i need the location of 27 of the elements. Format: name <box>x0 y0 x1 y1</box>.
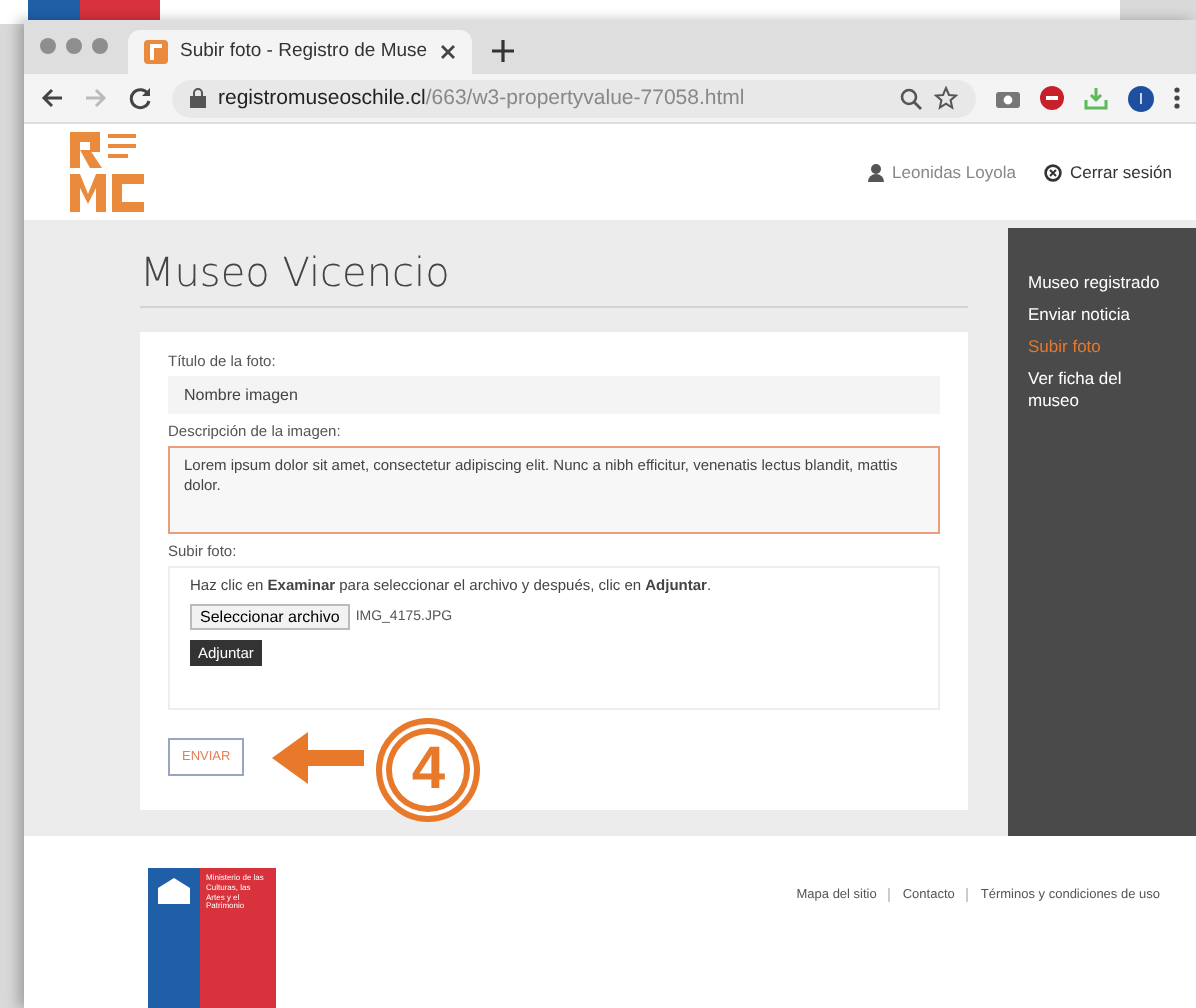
site-logo <box>68 128 148 217</box>
emblem-icon <box>154 876 194 905</box>
lock-icon <box>190 88 206 109</box>
camera-icon[interactable] <box>996 88 1020 109</box>
sidebar-item[interactable]: Ver ficha del museo <box>1028 367 1196 413</box>
star-icon[interactable] <box>934 86 958 111</box>
title-field[interactable]: Nombre imagen <box>168 375 940 414</box>
step-number: 4 <box>376 717 481 822</box>
logout-icon <box>1043 163 1062 182</box>
reload-icon[interactable] <box>128 86 152 111</box>
new-tab-icon[interactable] <box>492 39 514 62</box>
sidebar-item[interactable]: Enviar noticia <box>1028 303 1196 326</box>
logout-link[interactable]: Cerrar sesión <box>1069 162 1172 183</box>
page-title: Museo Vicencio <box>140 219 968 308</box>
logo-icon <box>144 39 168 64</box>
profile-avatar[interactable]: I <box>1128 85 1154 112</box>
address-field[interactable]: registromuseoschile.cl/663/w3-propertyvalue-77058.html <box>172 79 976 118</box>
close-icon[interactable] <box>440 43 456 60</box>
sidebar-item[interactable]: Museo registrado <box>1028 271 1196 294</box>
extension-icon[interactable] <box>1040 86 1064 111</box>
choose-file-button[interactable]: Seleccionar archivo <box>190 603 350 630</box>
browser-tab[interactable]: Subir foto - Registro de Muse <box>128 29 472 74</box>
zoom-icon[interactable] <box>900 87 922 110</box>
user-name[interactable]: Leonidas Loyola <box>892 162 1016 183</box>
user-icon <box>868 163 885 182</box>
more-icon[interactable] <box>1174 86 1180 111</box>
back-icon[interactable] <box>40 86 64 111</box>
